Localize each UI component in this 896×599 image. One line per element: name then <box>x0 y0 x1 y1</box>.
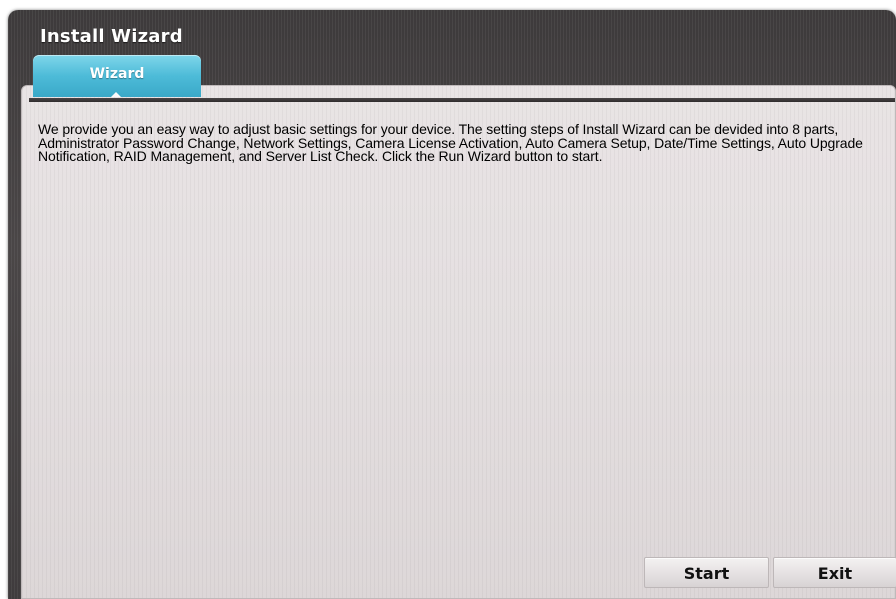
tab-wizard-label: Wizard <box>89 66 145 82</box>
window-title: Install Wizard <box>40 26 183 47</box>
wizard-description: We provide you an easy way to adjust bas… <box>38 121 863 164</box>
active-tab-indicator <box>111 92 121 97</box>
install-wizard-window: Install Wizard We provide you an easy wa… <box>8 10 896 599</box>
exit-button[interactable]: Exit <box>773 557 896 588</box>
content-panel: We provide you an easy way to adjust bas… <box>21 85 896 599</box>
start-button[interactable]: Start <box>644 557 769 588</box>
tab-wizard[interactable]: Wizard <box>33 55 201 97</box>
panel-divider <box>29 98 895 102</box>
